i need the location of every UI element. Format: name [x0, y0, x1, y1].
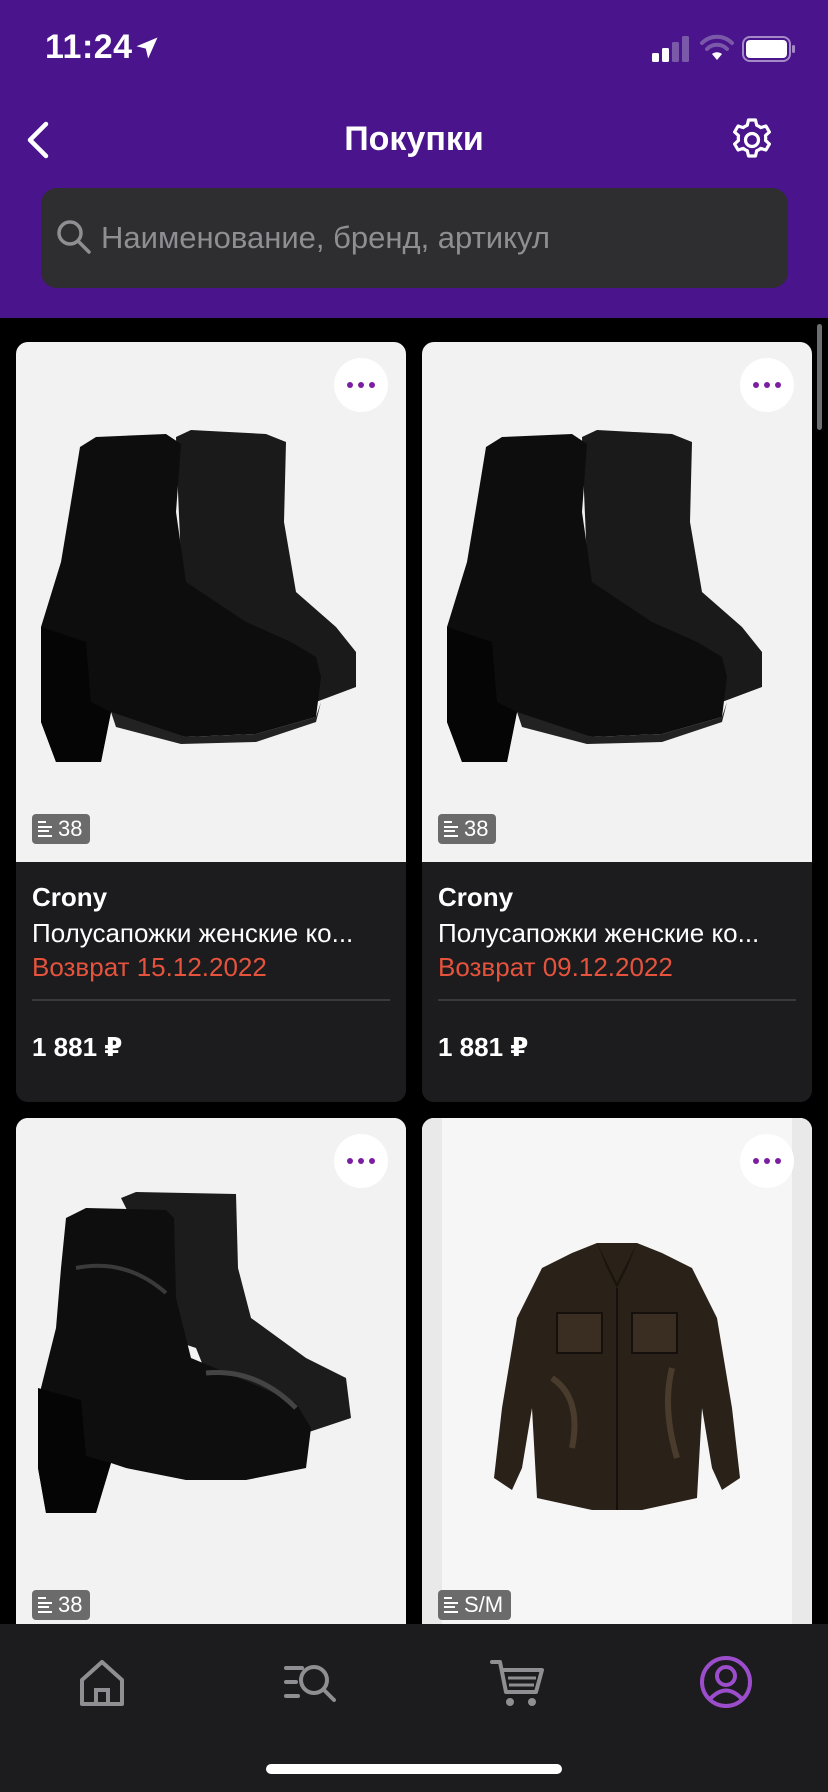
- size-list-icon: [444, 1597, 458, 1613]
- size-badge: 38: [32, 814, 91, 844]
- size-list-icon: [38, 821, 52, 837]
- scrollbar[interactable]: [817, 324, 822, 430]
- divider: [438, 999, 796, 1001]
- battery-icon: [742, 36, 795, 62]
- search-icon: [57, 220, 91, 254]
- size-badge: 38: [438, 814, 497, 844]
- return-status: Возврат 09.12.2022: [438, 952, 673, 982]
- product-card[interactable]: 38 Crony Полусапожки женские ко... Возвр…: [16, 342, 406, 1102]
- product-brand: Crony: [438, 882, 514, 912]
- status-bar: 11:24: [0, 0, 828, 100]
- return-status: Возврат 15.12.2022: [32, 952, 267, 982]
- more-options-button[interactable]: [334, 1134, 388, 1188]
- product-card[interactable]: 38: [16, 1118, 406, 1638]
- size-value: 38: [58, 816, 83, 841]
- product-image: 38: [16, 342, 406, 862]
- divider: [32, 999, 390, 1001]
- header: 11:24 Покупки: [0, 0, 828, 318]
- size-value: 38: [464, 816, 489, 841]
- cellular-signal-icon: [652, 36, 689, 62]
- size-list-icon: [38, 1597, 52, 1613]
- settings-gear-icon[interactable]: [728, 116, 776, 164]
- product-card[interactable]: S/M: [422, 1118, 812, 1638]
- nav-bar: Покупки: [0, 100, 828, 180]
- catalog-search-icon[interactable]: [280, 1652, 340, 1712]
- product-name: Полусапожки женские ко...: [438, 918, 760, 948]
- tab-bar: [0, 1624, 828, 1792]
- product-image: 38: [422, 342, 812, 862]
- more-options-button[interactable]: [334, 358, 388, 412]
- black-suede-boots-image: [41, 430, 356, 762]
- cart-icon[interactable]: [488, 1652, 548, 1712]
- size-badge: 38: [32, 1590, 91, 1620]
- product-info: Crony Полусапожки женские ко... Возврат …: [422, 862, 812, 1102]
- search-bar[interactable]: [41, 188, 788, 288]
- profile-icon[interactable]: [696, 1652, 756, 1712]
- product-name: Полусапожки женские ко...: [32, 918, 354, 948]
- product-price: 1 881 ₽: [438, 1032, 529, 1062]
- home-indicator: [266, 1764, 562, 1774]
- product-image: S/M: [422, 1118, 812, 1638]
- more-options-button[interactable]: [740, 1134, 794, 1188]
- product-info: Crony Полусапожки женские ко... Возврат …: [16, 862, 406, 1102]
- page-title: Покупки: [344, 120, 484, 158]
- product-price: 1 881 ₽: [32, 1032, 123, 1062]
- search-input[interactable]: [101, 208, 771, 268]
- product-image: 38: [16, 1118, 406, 1638]
- wifi-icon: [700, 34, 734, 60]
- size-value: S/M: [464, 1592, 504, 1617]
- product-card[interactable]: 38 Crony Полусапожки женские ко... Возвр…: [422, 342, 812, 1102]
- product-brand: Crony: [32, 882, 108, 912]
- status-time: 11:24: [45, 28, 133, 66]
- more-options-button[interactable]: [740, 358, 794, 412]
- black-suede-boots-image: [447, 430, 762, 762]
- black-leather-boots-image: [38, 1192, 351, 1513]
- size-badge: S/M: [438, 1590, 512, 1620]
- size-list-icon: [444, 821, 458, 837]
- leather-jacket-image: [422, 1118, 812, 1638]
- size-value: 38: [58, 1592, 83, 1617]
- location-arrow-icon: [136, 37, 158, 59]
- back-button[interactable]: [18, 118, 62, 162]
- home-icon[interactable]: [72, 1652, 132, 1712]
